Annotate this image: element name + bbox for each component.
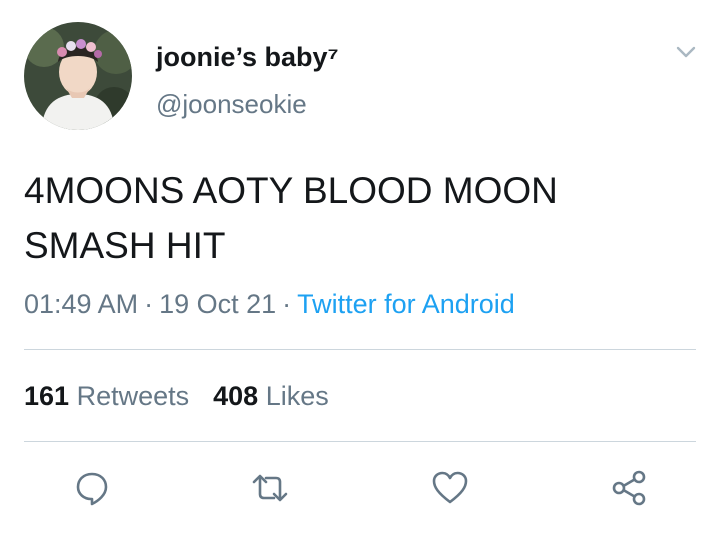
avatar-photo <box>24 22 132 130</box>
tweet-meta: 01:49 AM · 19 Oct 21 · Twitter for Android <box>24 286 515 322</box>
avatar[interactable] <box>24 22 132 130</box>
tweet-text: 4MOONS AOTY BLOOD MOON SMASH HIT <box>24 163 704 273</box>
share-nodes-icon <box>612 470 646 506</box>
speech-bubble-icon <box>76 472 108 506</box>
user-handle[interactable]: @joonseokie <box>156 87 307 121</box>
likes-count: 408 <box>213 381 259 411</box>
heart-icon <box>432 471 468 504</box>
retweet-arrows-icon <box>252 474 288 502</box>
like-button[interactable] <box>430 468 470 508</box>
display-name[interactable]: joonie’s baby⁷ <box>156 40 339 74</box>
retweets-stat[interactable]: 161 Retweets <box>24 381 189 411</box>
tweet-time: 01:49 AM <box>24 289 139 319</box>
reply-button[interactable] <box>72 468 112 508</box>
retweet-button[interactable] <box>250 468 290 508</box>
retweets-label: Retweets <box>76 381 190 411</box>
tweet-date: 19 Oct 21 <box>159 289 277 319</box>
separator: · <box>282 289 292 319</box>
retweets-count: 161 <box>24 381 70 411</box>
tweet-stats: 161 Retweets 408 Likes <box>24 378 329 414</box>
chevron-down-icon[interactable] <box>672 40 700 64</box>
divider <box>24 349 696 350</box>
likes-stat[interactable]: 408 Likes <box>213 381 329 411</box>
tweet-text-line: SMASH HIT <box>24 225 226 266</box>
tweet-text-line: 4MOONS AOTY BLOOD MOON <box>24 170 558 211</box>
divider <box>24 441 696 442</box>
tweet-source-link[interactable]: Twitter for Android <box>297 289 515 319</box>
share-button[interactable] <box>609 468 649 508</box>
separator: · <box>144 289 154 319</box>
likes-label: Likes <box>265 381 329 411</box>
